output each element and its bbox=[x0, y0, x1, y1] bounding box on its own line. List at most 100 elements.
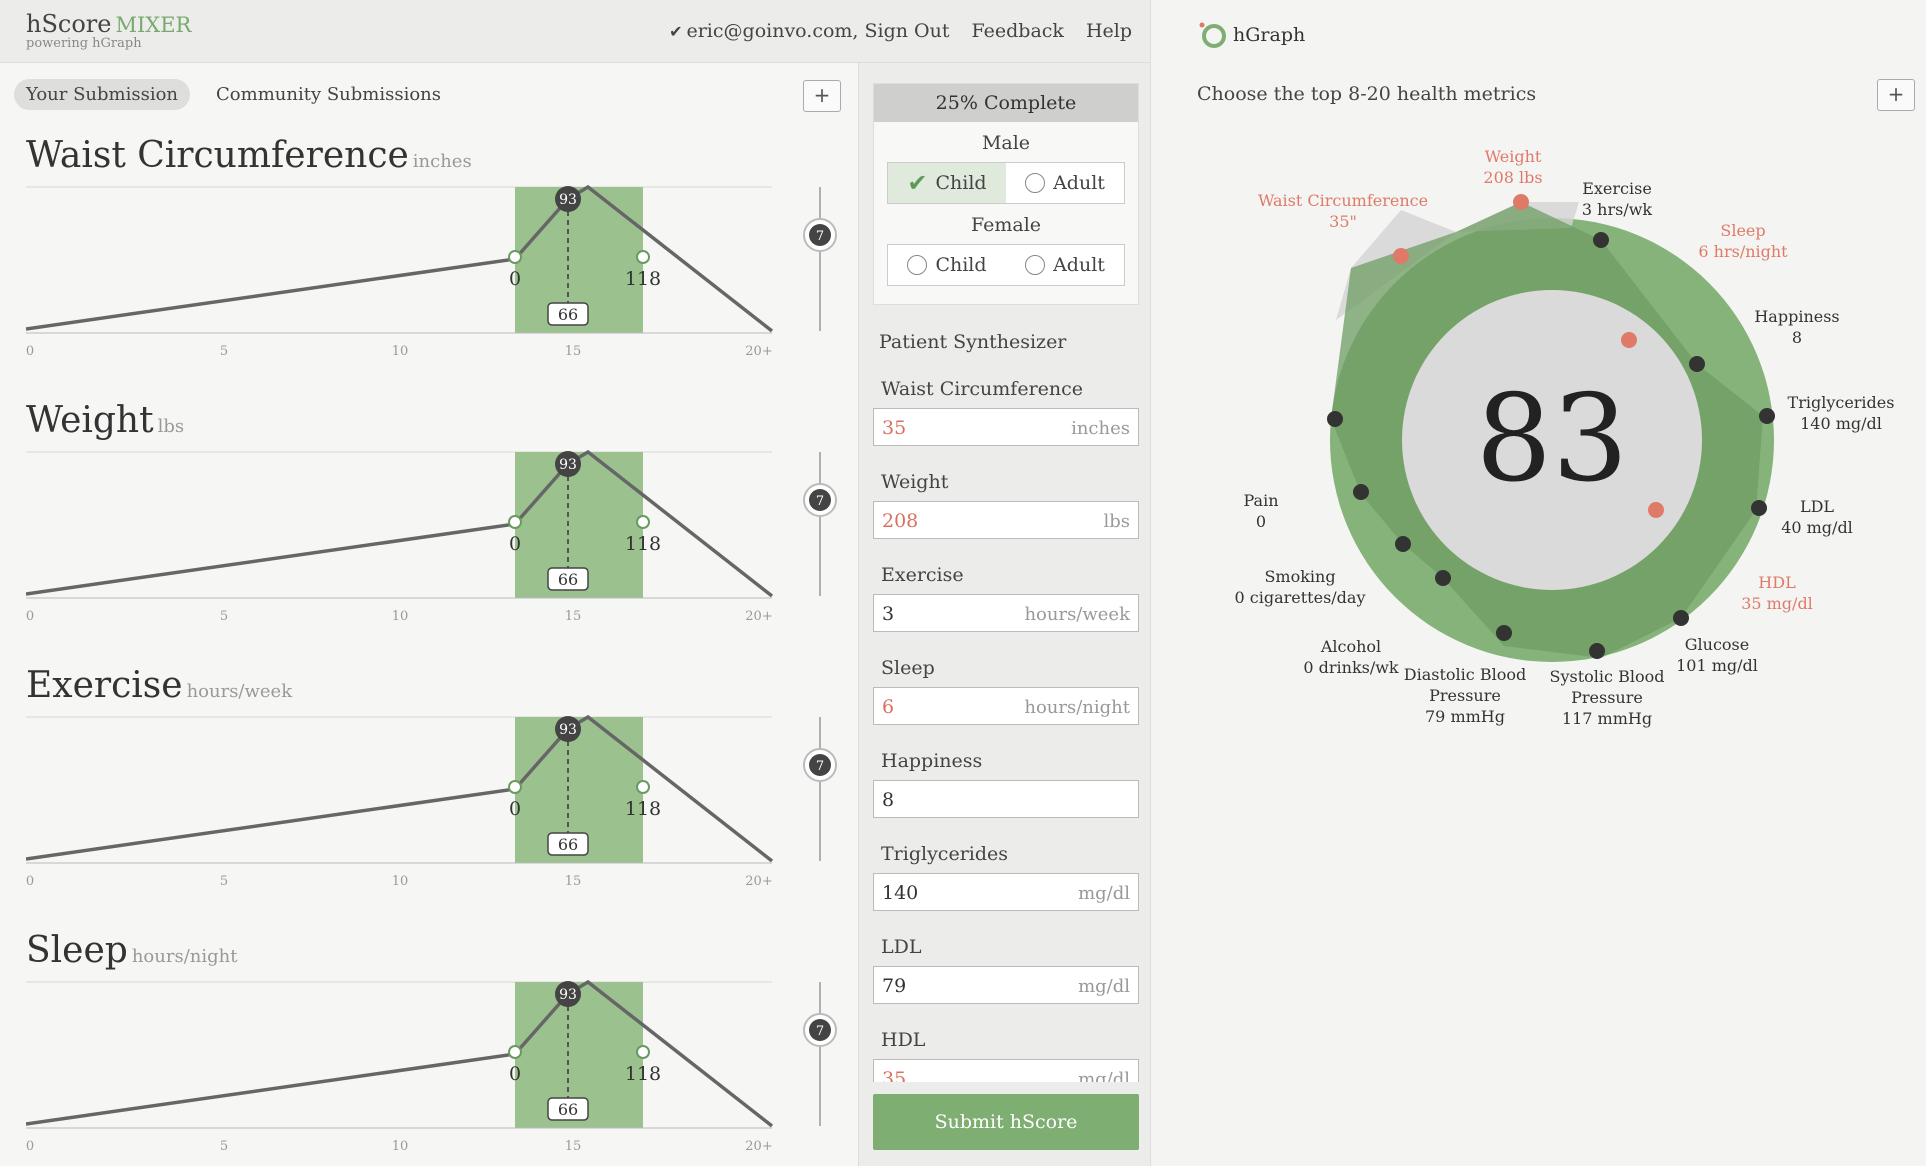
metric-unit: hours/week bbox=[186, 681, 293, 702]
metric-point[interactable] bbox=[1353, 484, 1369, 500]
metric-label[interactable]: Pain 0 bbox=[1243, 491, 1278, 531]
x-tick-label: 5 bbox=[220, 874, 228, 889]
metric-point[interactable] bbox=[1393, 248, 1409, 264]
metric-point[interactable] bbox=[1673, 610, 1689, 626]
hgraph-ring-icon bbox=[1199, 22, 1226, 48]
metric-label-name: Glucose bbox=[1685, 635, 1749, 654]
metric-point[interactable] bbox=[1759, 408, 1775, 424]
tab-community-submissions[interactable]: Community Submissions bbox=[204, 79, 453, 110]
field-input[interactable]: 6 hours/night bbox=[873, 687, 1139, 725]
metric-label-value: 0 bbox=[1256, 512, 1266, 531]
x-tick-label: 10 bbox=[392, 344, 409, 359]
metric-label[interactable]: Glucose 101 mg/dl bbox=[1676, 635, 1758, 675]
app-logo[interactable]: hScore MIXER powering hGraph bbox=[26, 10, 191, 51]
field-input[interactable]: 3 hours/week bbox=[873, 594, 1139, 632]
synth-field: LDL 79 mg/dl bbox=[873, 936, 1139, 1004]
high-handle[interactable] bbox=[636, 250, 650, 264]
field-unit: mg/dl bbox=[1078, 976, 1130, 997]
x-tick-label: 5 bbox=[220, 609, 228, 624]
metric-point[interactable] bbox=[1496, 625, 1512, 641]
x-tick-label: 0 bbox=[26, 609, 34, 624]
metric-title: Weight lbs bbox=[26, 400, 184, 441]
account-link[interactable]: ✔ eric@goinvo.com, Sign Out bbox=[669, 20, 949, 42]
low-handle[interactable] bbox=[508, 250, 522, 264]
submit-area: Submit hScore bbox=[859, 1082, 1150, 1166]
center-value-label: 66 bbox=[558, 835, 578, 854]
metric-point[interactable] bbox=[1589, 643, 1605, 659]
metric-label-line: Pressure bbox=[1571, 688, 1643, 707]
metric-label[interactable]: Exercise 3 hrs/wk bbox=[1582, 179, 1653, 219]
field-input[interactable]: 8 bbox=[873, 780, 1139, 818]
add-metric-button[interactable]: + bbox=[803, 80, 841, 112]
metric-point[interactable] bbox=[1648, 502, 1664, 518]
low-handle[interactable] bbox=[508, 1045, 522, 1059]
add-health-metric-button[interactable]: + bbox=[1877, 79, 1915, 111]
metric-label[interactable]: Weight 208 lbs bbox=[1483, 147, 1542, 187]
feedback-link[interactable]: Feedback bbox=[971, 20, 1063, 42]
high-handle[interactable] bbox=[636, 1045, 650, 1059]
metric-point[interactable] bbox=[1689, 356, 1705, 372]
field-input[interactable]: 79 mg/dl bbox=[873, 966, 1139, 1004]
metric-point[interactable] bbox=[1435, 570, 1451, 586]
metric-point[interactable] bbox=[1327, 411, 1343, 427]
field-label: Triglycerides bbox=[881, 843, 1009, 865]
metric-label[interactable]: Sleep 6 hrs/night bbox=[1698, 221, 1788, 261]
metric-label[interactable]: Smoking 0 cigarettes/day bbox=[1235, 567, 1366, 607]
female-label: Female bbox=[970, 214, 1042, 236]
low-value-label: 0 bbox=[509, 1063, 521, 1085]
field-input[interactable]: 140 mg/dl bbox=[873, 873, 1139, 911]
low-handle[interactable] bbox=[508, 515, 522, 529]
metric-label[interactable]: Alcohol 0 drinks/wk bbox=[1303, 637, 1399, 677]
high-handle[interactable] bbox=[636, 515, 650, 529]
high-value-label: 118 bbox=[625, 1063, 661, 1085]
metric-point[interactable] bbox=[1395, 536, 1411, 552]
male-adult-option[interactable]: Adult bbox=[1006, 163, 1124, 203]
metric-name: Weight bbox=[26, 400, 154, 441]
tab-your-submission[interactable]: Your Submission bbox=[14, 79, 191, 110]
synth-field: Exercise 3 hours/week bbox=[873, 564, 1139, 632]
field-value: 3 bbox=[882, 603, 895, 625]
metric-label[interactable]: Diastolic Blood Pressure 79 mmHg bbox=[1404, 665, 1526, 726]
weight-slider[interactable]: 7 bbox=[800, 715, 840, 865]
field-input[interactable]: 35 inches bbox=[873, 408, 1139, 446]
metric-label-value: 0 cigarettes/day bbox=[1235, 588, 1366, 607]
male-child-option[interactable]: ✔ Child bbox=[888, 163, 1006, 203]
metric-label[interactable]: Happiness 8 bbox=[1754, 307, 1839, 347]
metric-label-value: 6 hrs/night bbox=[1698, 242, 1788, 261]
female-adult-option[interactable]: Adult bbox=[1006, 245, 1124, 285]
x-tick-label: 15 bbox=[565, 874, 582, 889]
patient-synthesizer-panel: 25% Complete Male ✔ Child Adult Female Ch… bbox=[858, 63, 1150, 1166]
submission-tabs: Your Submission Community Submissions bbox=[14, 79, 453, 110]
metric-label[interactable]: Triglycerides 140 mg/dl bbox=[1788, 393, 1895, 433]
metric-point[interactable] bbox=[1593, 232, 1609, 248]
field-label: Weight bbox=[881, 471, 949, 493]
metric-label-name: Happiness bbox=[1754, 307, 1839, 326]
metric-label-name: Diastolic Blood Pressure bbox=[1404, 665, 1526, 705]
weight-slider[interactable]: 7 bbox=[800, 185, 840, 335]
weight-slider[interactable]: 7 bbox=[800, 450, 840, 600]
help-link[interactable]: Help bbox=[1086, 20, 1132, 42]
metric-point[interactable] bbox=[1513, 194, 1529, 210]
center-value-label: 66 bbox=[558, 305, 578, 324]
high-value-label: 118 bbox=[625, 533, 661, 555]
metric-curve-chart: 93 0 118 66 0 5 10 15 20+ bbox=[26, 185, 774, 359]
female-child-option[interactable]: Child bbox=[888, 245, 1006, 285]
low-handle[interactable] bbox=[508, 780, 522, 794]
high-handle[interactable] bbox=[636, 780, 650, 794]
metric-label-value: 8 bbox=[1792, 328, 1802, 347]
x-tick-label: 10 bbox=[392, 1139, 409, 1154]
metric-label[interactable]: LDL 40 mg/dl bbox=[1781, 497, 1853, 537]
submit-hscore-button[interactable]: Submit hScore bbox=[873, 1094, 1139, 1150]
x-tick-label: 10 bbox=[392, 609, 409, 624]
metric-label-value: 35 mg/dl bbox=[1741, 594, 1813, 613]
metric-label[interactable]: Systolic Blood Pressure 117 mmHg bbox=[1550, 667, 1665, 728]
male-segment: ✔ Child Adult bbox=[887, 162, 1125, 204]
field-input[interactable]: 208 lbs bbox=[873, 501, 1139, 539]
slider-value: 7 bbox=[816, 1024, 824, 1039]
metric-point[interactable] bbox=[1621, 332, 1637, 348]
weight-slider[interactable]: 7 bbox=[800, 980, 840, 1130]
metric-chart: Exercise hours/week 93 0 118 66 0 5 10 15 20+ 7 bbox=[26, 665, 846, 910]
radio-icon bbox=[907, 255, 928, 275]
metric-label[interactable]: HDL 35 mg/dl bbox=[1741, 573, 1813, 613]
metric-point[interactable] bbox=[1751, 500, 1767, 516]
